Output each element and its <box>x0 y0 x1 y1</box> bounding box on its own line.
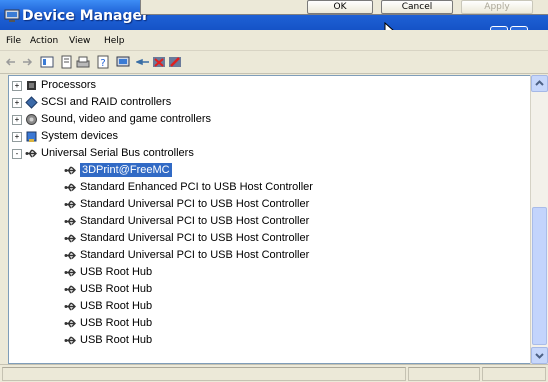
menu-file[interactable]: File <box>6 36 21 46</box>
usb-icon <box>64 198 77 211</box>
tree-device-row[interactable]: USB Root Hub <box>9 298 529 315</box>
tree-category-row[interactable]: + System devices <box>9 128 529 145</box>
menu-action[interactable]: Action <box>30 36 58 46</box>
menu-bar: File Action View Help <box>0 30 548 51</box>
tree-row-label: 3DPrint@FreeMC <box>79 162 173 178</box>
tree-category-row[interactable]: - Universal Serial Bus controllers <box>9 145 529 162</box>
tree-row-label: USB Root Hub <box>80 266 153 278</box>
window-controls <box>488 20 546 54</box>
tree-row-label: USB Root Hub <box>80 317 153 329</box>
usb-icon <box>64 334 77 347</box>
tree-device-row[interactable]: USB Root Hub <box>9 315 529 332</box>
ok-button[interactable]: OK <box>307 0 373 14</box>
system-devices-icon <box>25 130 38 143</box>
scroll-thumb[interactable] <box>532 207 547 345</box>
tree-category-row[interactable]: + Processors <box>9 77 529 94</box>
usb-icon <box>64 181 77 194</box>
tree-row-label: Processors <box>41 79 97 91</box>
expand-icon[interactable]: + <box>12 132 22 142</box>
expand-icon[interactable]: + <box>12 81 22 91</box>
status-bar <box>0 364 548 382</box>
svg-text:?: ? <box>100 58 105 69</box>
tree-row-label: Standard Enhanced PCI to USB Host Contro… <box>80 181 313 193</box>
scroll-up-button[interactable] <box>531 75 548 92</box>
disable-device-icon[interactable] <box>168 55 182 69</box>
usb-icon <box>64 164 77 177</box>
status-cell-3 <box>482 367 546 381</box>
usb-icon <box>64 249 77 262</box>
usb-icon <box>64 300 77 313</box>
tree-device-row[interactable]: Standard Universal PCI to USB Host Contr… <box>9 247 529 264</box>
processor-icon <box>25 79 38 92</box>
expand-icon[interactable]: + <box>12 115 22 125</box>
menu-help[interactable]: Help <box>104 36 125 46</box>
device-tree[interactable]: + Processors + SCSI and RAID controllers + So… <box>8 75 531 364</box>
tree-device-row[interactable]: 3DPrint@FreeMC <box>9 162 529 179</box>
tree-row-label: Standard Universal PCI to USB Host Contr… <box>80 198 310 210</box>
menu-view[interactable]: View <box>69 36 90 46</box>
scsi-controller-icon <box>25 96 38 109</box>
window-title: Device Manager <box>22 8 149 24</box>
cancel-button[interactable]: Cancel <box>381 0 453 14</box>
overlapping-dialog: OK Cancel Apply <box>140 0 548 15</box>
print-icon[interactable] <box>76 55 90 69</box>
chevron-down-icon <box>535 353 544 359</box>
tree-row-label: System devices <box>41 130 119 142</box>
tree-device-row[interactable]: USB Root Hub <box>9 281 529 298</box>
tree-device-row[interactable]: Standard Universal PCI to USB Host Contr… <box>9 213 529 230</box>
console-tree-icon[interactable] <box>40 55 54 69</box>
tree-device-row[interactable]: USB Root Hub <box>9 264 529 281</box>
tree-category-row[interactable]: + SCSI and RAID controllers <box>9 94 529 111</box>
help-icon[interactable]: ? <box>96 55 110 69</box>
tree-device-row[interactable]: Standard Universal PCI to USB Host Contr… <box>9 230 529 247</box>
tree-device-row[interactable]: Standard Universal PCI to USB Host Contr… <box>9 196 529 213</box>
tree-row-label: Sound, video and game controllers <box>41 113 211 125</box>
properties-icon[interactable] <box>60 55 74 69</box>
sound-icon <box>25 113 38 126</box>
tree-row-label: USB Root Hub <box>80 283 153 295</box>
usb-icon <box>64 283 77 296</box>
usb-icon <box>25 147 38 160</box>
tree-category-row[interactable]: + Sound, video and game controllers <box>9 111 529 128</box>
tree-row-label: USB Root Hub <box>80 334 153 346</box>
scan-hardware-icon[interactable] <box>116 55 130 69</box>
update-driver-icon[interactable] <box>136 55 150 69</box>
uninstall-icon[interactable] <box>152 55 166 69</box>
vertical-scrollbar[interactable] <box>530 75 548 364</box>
chevron-up-icon <box>535 80 544 86</box>
scroll-down-button[interactable] <box>531 347 548 364</box>
tree-row-label: SCSI and RAID controllers <box>41 96 172 108</box>
usb-icon <box>64 317 77 330</box>
device-manager-icon <box>4 9 20 22</box>
expand-icon[interactable]: + <box>12 98 22 108</box>
forward-arrow-icon[interactable] <box>20 55 34 69</box>
toolbar: ? <box>0 51 548 74</box>
tree-row-label: Standard Universal PCI to USB Host Contr… <box>80 215 310 227</box>
tree-device-row[interactable]: USB Root Hub <box>9 332 529 349</box>
status-cell-main <box>2 367 406 381</box>
tree-device-row[interactable]: Standard Enhanced PCI to USB Host Contro… <box>9 179 529 196</box>
usb-icon <box>64 215 77 228</box>
tree-row-label: Standard Universal PCI to USB Host Contr… <box>80 249 310 261</box>
collapse-icon[interactable]: - <box>12 149 22 159</box>
status-cell-2 <box>408 367 480 381</box>
tree-row-label: Standard Universal PCI to USB Host Contr… <box>80 232 310 244</box>
apply-button[interactable]: Apply <box>461 0 533 14</box>
tree-row-label: USB Root Hub <box>80 300 153 312</box>
usb-icon <box>64 266 77 279</box>
tree-row-label: Universal Serial Bus controllers <box>41 147 194 159</box>
usb-icon <box>64 232 77 245</box>
back-arrow-icon[interactable] <box>4 55 18 69</box>
